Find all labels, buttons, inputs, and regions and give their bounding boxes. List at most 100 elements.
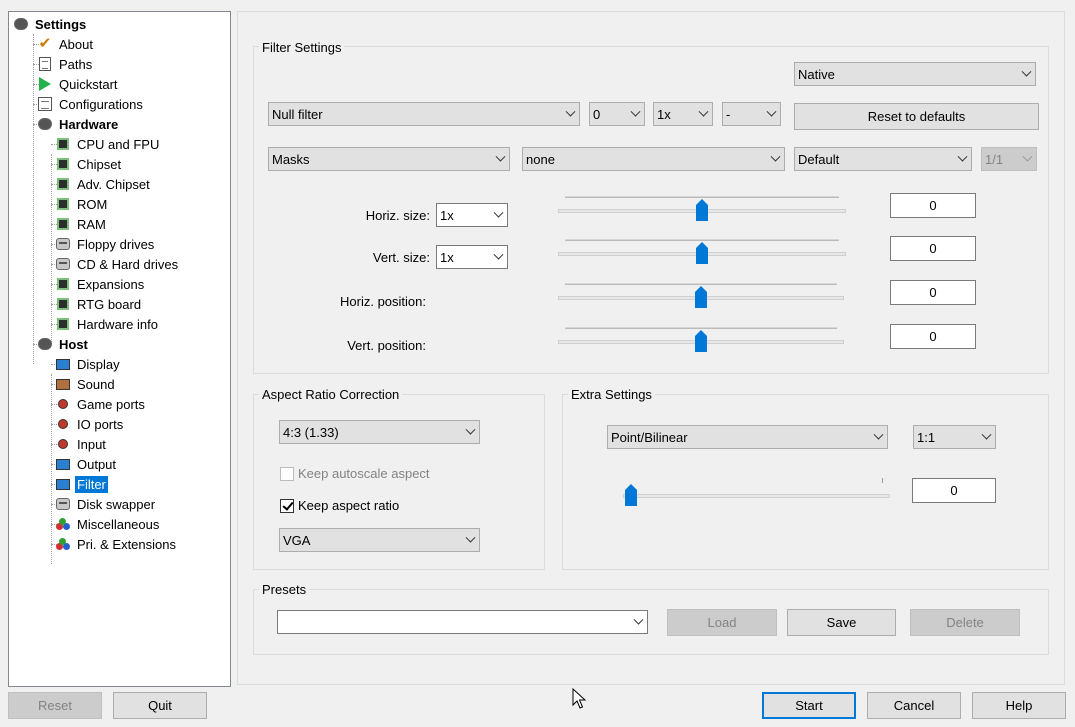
dash-option-select[interactable]: -	[722, 102, 781, 126]
scaling-ratio-value: 1:1	[917, 429, 936, 445]
keep-aspect-ratio-label: Keep aspect ratio	[298, 498, 400, 513]
tree-item-host[interactable]: Host	[37, 334, 90, 354]
horiz-size-select[interactable]: 1x	[436, 203, 508, 227]
extra-slider[interactable]	[623, 478, 890, 508]
help-button[interactable]: Help	[972, 692, 1066, 719]
presets-select[interactable]	[277, 610, 648, 634]
monitor-icon	[55, 476, 71, 492]
chevron-down-icon	[953, 151, 971, 163]
filter-value-select[interactable]: 0	[589, 102, 645, 126]
scaling-ratio-select[interactable]: 1:1	[913, 425, 996, 449]
tree-item-label: Disk swapper	[77, 496, 156, 512]
tree-item-about[interactable]: ✔ About	[37, 34, 95, 54]
keep-autoscale-aspect-checkbox[interactable]: Keep autoscale aspect	[280, 466, 430, 481]
horiz-position-value-box[interactable]: 0	[890, 280, 976, 305]
tree-item-output[interactable]: Output	[55, 454, 118, 474]
tree-item-quickstart[interactable]: Quickstart	[37, 74, 120, 94]
tree-item-miscellaneous[interactable]: Miscellaneous	[55, 514, 161, 534]
presets-title: Presets	[259, 582, 310, 597]
configurations-icon	[37, 96, 53, 112]
settings-tree[interactable]: Settings ✔ About Paths Quickstart Configurati…	[8, 11, 231, 687]
output-icon	[55, 456, 71, 472]
tree-item-label: Floppy drives	[77, 236, 155, 252]
cancel-button[interactable]: Cancel	[867, 692, 961, 719]
filter-type-select[interactable]: Null filter	[268, 102, 580, 126]
filter-mode-value: Native	[798, 66, 835, 82]
tree-item-cpu-and-fpu[interactable]: CPU and FPU	[55, 134, 161, 154]
aspect-mode-select[interactable]: VGA	[279, 528, 480, 552]
tree-item-label: Game ports	[77, 396, 145, 412]
vert-size-label: Vert. size:	[372, 250, 430, 265]
tree-item-paths[interactable]: Paths	[37, 54, 94, 74]
multiplier-select[interactable]: 1x	[653, 102, 713, 126]
horiz-position-slider[interactable]	[558, 280, 844, 310]
chevron-down-icon	[629, 614, 647, 626]
tree-item-label: About	[59, 36, 93, 52]
delete-preset-button[interactable]: Delete	[910, 609, 1020, 636]
tree-item-configurations[interactable]: Configurations	[37, 94, 145, 114]
tree-item-label: Pri. & Extensions	[77, 536, 176, 552]
tree-item-ram[interactable]: RAM	[55, 214, 108, 234]
horiz-size-label: Horiz. size:	[365, 208, 430, 223]
tree-item-hardware-info[interactable]: Hardware info	[55, 314, 160, 334]
mask-value-select[interactable]: none	[522, 147, 785, 171]
ratio-select[interactable]: 1/1	[981, 147, 1037, 171]
vert-size-select[interactable]: 1x	[436, 245, 508, 269]
tree-item-game-ports[interactable]: Game ports	[55, 394, 147, 414]
chevron-down-icon	[1017, 66, 1035, 78]
tree-item-pri-extensions[interactable]: Pri. & Extensions	[55, 534, 178, 554]
aspect-ratio-select[interactable]: 4:3 (1.33)	[279, 420, 480, 444]
slider-thumb[interactable]	[625, 484, 637, 506]
horiz-size-slider[interactable]	[558, 193, 846, 223]
tree-item-input[interactable]: Input	[55, 434, 108, 454]
tree-item-display[interactable]: Display	[55, 354, 122, 374]
mask-preset-select[interactable]: Default	[794, 147, 972, 171]
tree-item-sound[interactable]: Sound	[55, 374, 117, 394]
scaling-method-select[interactable]: Point/Bilinear	[607, 425, 888, 449]
cd-drive-icon	[55, 256, 71, 272]
tree-item-label: IO ports	[77, 416, 124, 432]
tree-item-rom[interactable]: ROM	[55, 194, 109, 214]
chevron-down-icon	[977, 429, 995, 441]
aspect-ratio-value: 4:3 (1.33)	[283, 424, 339, 440]
tree-item-hardware[interactable]: Hardware	[37, 114, 120, 134]
slider-thumb[interactable]	[695, 286, 707, 308]
tree-item-chipset[interactable]: Chipset	[55, 154, 123, 174]
tree-item-filter[interactable]: Filter	[55, 474, 108, 494]
extra-value-box[interactable]: 0	[912, 478, 996, 503]
tree-item-label: Settings	[35, 16, 87, 32]
tree-item-settings[interactable]: Settings	[13, 14, 88, 34]
chevron-down-icon	[869, 429, 887, 441]
floppy-drive-icon	[55, 236, 71, 252]
keep-aspect-ratio-checkbox[interactable]: Keep aspect ratio	[280, 498, 399, 513]
horiz-size-value-box[interactable]: 0	[890, 193, 976, 218]
reset-button[interactable]: Reset	[8, 692, 102, 719]
masks-select[interactable]: Masks	[268, 147, 510, 171]
vert-position-slider[interactable]	[558, 324, 844, 354]
vert-size-slider[interactable]	[558, 236, 846, 266]
reset-to-defaults-button[interactable]: Reset to defaults	[794, 103, 1039, 130]
tree-item-adv-chipset[interactable]: Adv. Chipset	[55, 174, 152, 194]
dash-option-value: -	[726, 106, 731, 122]
tree-item-expansions[interactable]: Expansions	[55, 274, 146, 294]
tree-item-label: Quickstart	[59, 76, 118, 92]
filter-mode-select[interactable]: Native	[794, 62, 1036, 86]
start-button[interactable]: Start	[762, 692, 856, 719]
hardware-disk-icon	[37, 116, 53, 132]
vert-size-value-box[interactable]: 0	[890, 236, 976, 261]
tree-item-label: Chipset	[77, 156, 122, 172]
tree-item-floppy-drives[interactable]: Floppy drives	[55, 234, 156, 254]
quit-button[interactable]: Quit	[113, 692, 207, 719]
tree-item-io-ports[interactable]: IO ports	[55, 414, 125, 434]
slider-thumb[interactable]	[695, 330, 707, 352]
tree-item-cd-hard-drives[interactable]: CD & Hard drives	[55, 254, 180, 274]
save-preset-button[interactable]: Save	[787, 609, 896, 636]
vert-position-value-box[interactable]: 0	[890, 324, 976, 349]
expansion-card-icon	[55, 276, 71, 292]
slider-thumb[interactable]	[696, 199, 708, 221]
tree-item-rtg-board[interactable]: RTG board	[55, 294, 143, 314]
slider-thumb[interactable]	[696, 242, 708, 264]
chevron-down-icon	[561, 106, 579, 118]
tree-item-disk-swapper[interactable]: Disk swapper	[55, 494, 157, 514]
load-preset-button[interactable]: Load	[667, 609, 777, 636]
